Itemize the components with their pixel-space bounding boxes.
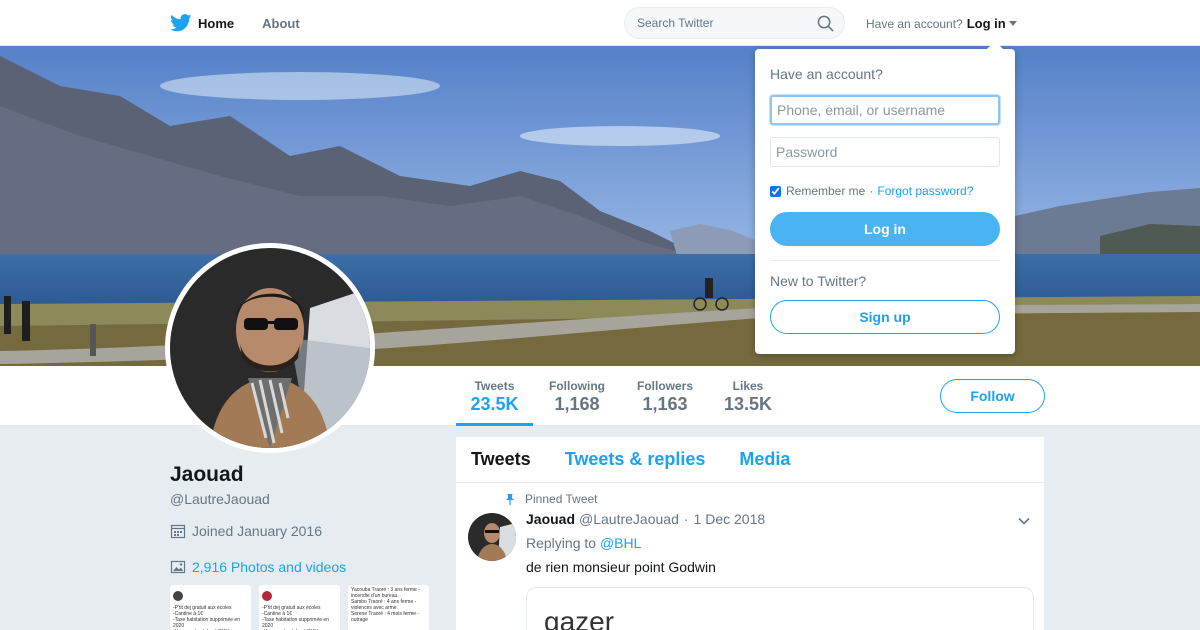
nav-left: Home About bbox=[170, 0, 328, 46]
media-thumbnail[interactable]: Yacouba Traoré : 3 ans ferme - incendie … bbox=[348, 585, 429, 630]
calendar-icon bbox=[170, 524, 186, 539]
pinned-tweet-label: Pinned Tweet bbox=[504, 492, 598, 506]
pin-icon bbox=[506, 494, 514, 505]
profile-name[interactable]: Jaouad bbox=[170, 463, 244, 487]
nav-about-label: About bbox=[262, 15, 300, 31]
timeline: Tweets Tweets & replies Media Pinned Twe… bbox=[456, 437, 1044, 630]
username-input[interactable] bbox=[770, 95, 1000, 125]
thumbnail-text: Yacouba Traoré : 3 ans ferme - incendie … bbox=[351, 587, 420, 623]
avatar-image bbox=[170, 248, 370, 448]
remember-label: Remember me bbox=[786, 184, 866, 198]
tab-tweets-replies[interactable]: Tweets & replies bbox=[565, 449, 706, 470]
tweet-separator: · bbox=[683, 511, 689, 527]
thumbnail-avatar bbox=[262, 590, 272, 601]
dropdown-title: Have an account? bbox=[770, 66, 883, 82]
login-link[interactable]: Log in bbox=[967, 16, 1006, 31]
account-login: Have an account? Log in bbox=[866, 16, 1017, 31]
joined-date: Joined January 2016 bbox=[170, 523, 322, 539]
pinned-text: Pinned Tweet bbox=[525, 492, 598, 506]
profile-handle[interactable]: @LautreJaouad bbox=[170, 491, 270, 507]
have-account-text: Have an account? bbox=[866, 16, 963, 31]
nav-home[interactable]: Home bbox=[170, 14, 234, 32]
tweet-text: de rien monsieur point Godwin bbox=[526, 559, 716, 575]
replying-to-handle[interactable]: @BHL bbox=[600, 535, 641, 551]
signup-button[interactable]: Sign up bbox=[770, 300, 1000, 334]
top-navigation: Home About Have an account? Log in bbox=[0, 0, 1200, 46]
stat-tweets[interactable]: Tweets 23.5K bbox=[456, 366, 533, 426]
stat-followers[interactable]: Followers 1,163 bbox=[630, 366, 700, 426]
photos-videos-text: 2,916 Photos and videos bbox=[192, 559, 347, 575]
stat-following-label: Following bbox=[549, 379, 605, 393]
password-input[interactable] bbox=[770, 137, 1000, 167]
media-thumbnail[interactable]: -P'tit dej gratuit aux écoles -Cantine à… bbox=[170, 585, 251, 630]
joined-text: Joined January 2016 bbox=[192, 523, 322, 539]
chevron-down-icon[interactable] bbox=[1018, 515, 1030, 527]
card-text: gazer bbox=[544, 606, 615, 630]
stat-followers-label: Followers bbox=[636, 379, 693, 393]
stat-following[interactable]: Following 1,168 bbox=[541, 366, 613, 426]
stat-tweets-value: 23.5K bbox=[470, 394, 519, 414]
avatar[interactable] bbox=[165, 243, 375, 453]
nav-about[interactable]: About bbox=[262, 16, 300, 31]
media-thumbnail[interactable]: -P'tit dej gratuit aux écoles -Cantine à… bbox=[259, 585, 340, 630]
tweet-avatar-image bbox=[468, 513, 516, 561]
tweet-author-name[interactable]: Jaouad bbox=[526, 511, 575, 527]
stat-tweets-label: Tweets bbox=[474, 379, 515, 393]
search-box[interactable] bbox=[624, 7, 845, 39]
timeline-tabs: Tweets Tweets & replies Media bbox=[456, 437, 1044, 483]
search-icon[interactable] bbox=[817, 15, 834, 32]
replying-to-label: Replying to bbox=[526, 535, 597, 551]
dropdown-divider bbox=[770, 260, 1000, 261]
login-dropdown: Have an account? Remember me · Forgot pa… bbox=[755, 41, 1015, 354]
thumbnail-text: -P'tit dej gratuit aux écoles -Cantine à… bbox=[262, 605, 337, 630]
tweet-author-handle[interactable]: @LautreJaouad bbox=[579, 511, 679, 527]
thumbnail-text: -P'tit dej gratuit aux écoles -Cantine à… bbox=[173, 605, 248, 630]
thumbnail-avatar bbox=[173, 590, 183, 601]
tweet-date[interactable]: 1 Dec 2018 bbox=[694, 511, 766, 527]
tweet-card[interactable]: gazer bbox=[526, 587, 1034, 630]
stat-likes-value: 13.5K bbox=[723, 394, 773, 414]
follow-button[interactable]: Follow bbox=[940, 379, 1045, 413]
new-to-twitter-text: New to Twitter? bbox=[770, 273, 867, 289]
remember-row: Remember me · Forgot password? bbox=[770, 184, 973, 198]
image-icon bbox=[170, 560, 186, 574]
media-thumbnails: -P'tit dej gratuit aux écoles -Cantine à… bbox=[170, 585, 429, 630]
stat-likes-label: Likes bbox=[732, 379, 764, 393]
caret-down-icon[interactable] bbox=[1008, 21, 1017, 26]
photos-videos-link[interactable]: 2,916 Photos and videos bbox=[170, 559, 346, 575]
remember-separator: · bbox=[869, 184, 874, 198]
tab-tweets[interactable]: Tweets bbox=[471, 449, 531, 470]
replying-to: Replying to @BHL bbox=[526, 535, 641, 551]
twitter-bird-icon bbox=[170, 14, 192, 32]
forgot-password-link[interactable]: Forgot password? bbox=[877, 184, 973, 198]
login-button[interactable]: Log in bbox=[770, 212, 1000, 246]
stat-followers-value: 1,163 bbox=[642, 394, 688, 414]
stat-likes[interactable]: Likes 13.5K bbox=[718, 366, 778, 426]
nav-home-label: Home bbox=[198, 15, 235, 31]
tweet-header: Jaouad @LautreJaouad · 1 Dec 2018 bbox=[526, 511, 765, 527]
search-input[interactable] bbox=[637, 16, 807, 30]
tab-media[interactable]: Media bbox=[739, 449, 790, 470]
tweet-avatar[interactable] bbox=[468, 513, 516, 561]
remember-checkbox[interactable] bbox=[770, 185, 781, 197]
stat-following-value: 1,168 bbox=[554, 394, 600, 414]
